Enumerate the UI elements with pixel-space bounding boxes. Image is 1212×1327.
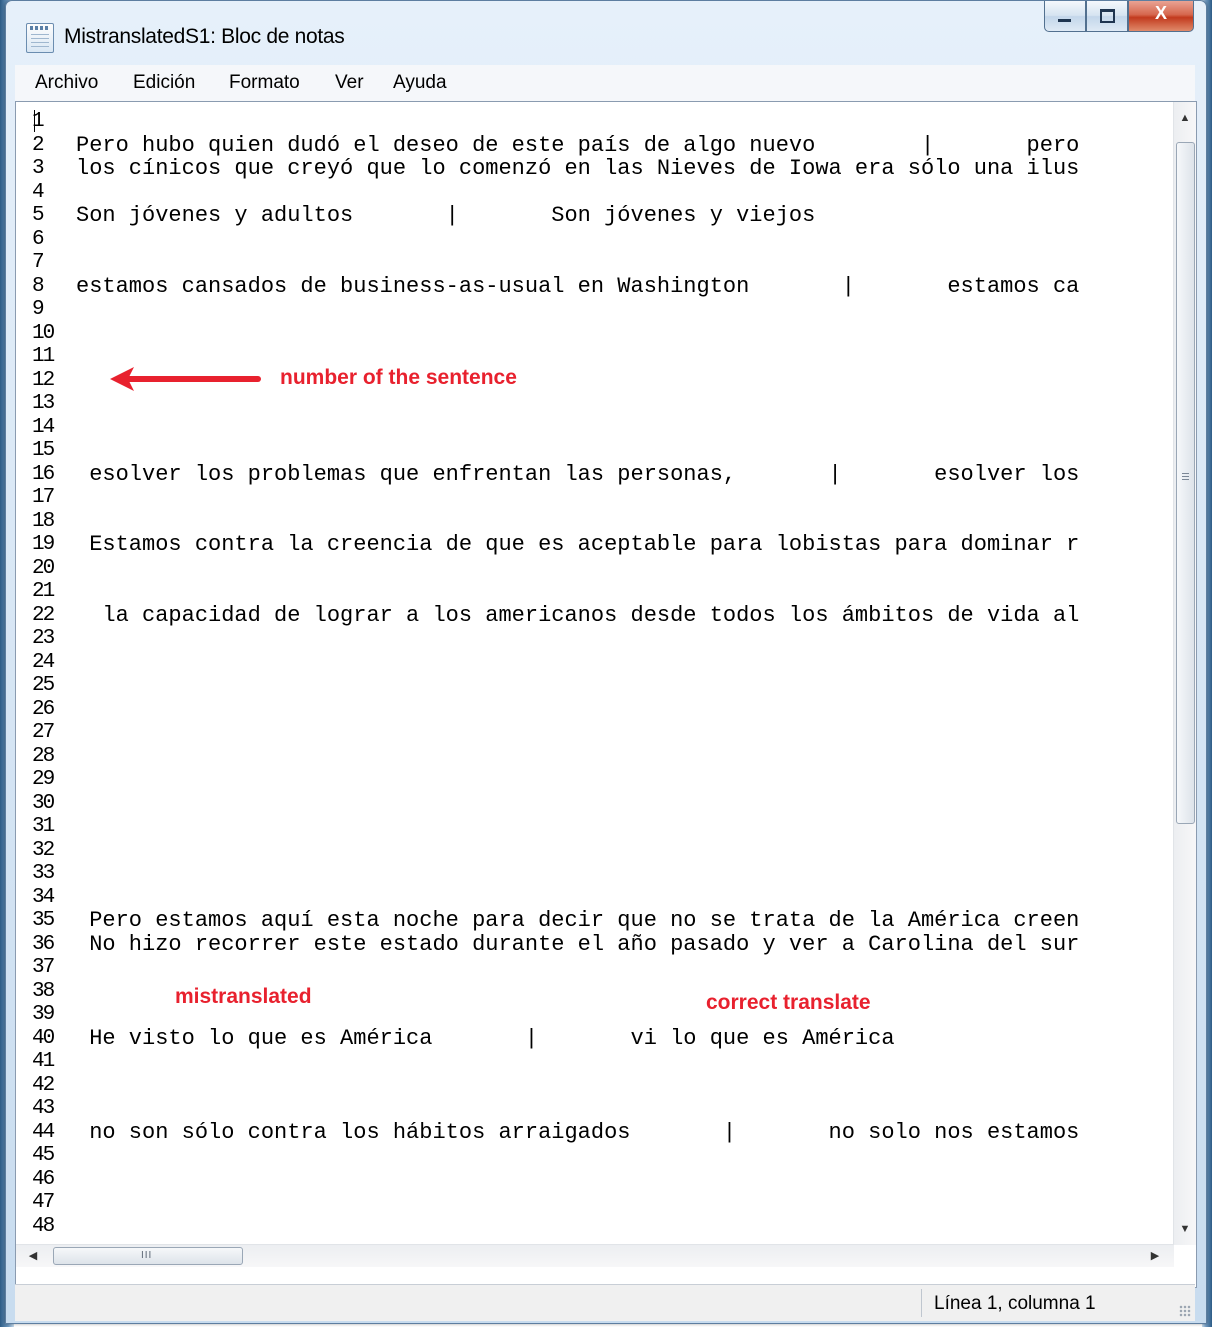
line-number: 14 (32, 415, 55, 439)
line-number: 32 (32, 838, 55, 862)
line-number: 17 (32, 486, 55, 509)
line-number: 42 (32, 1073, 55, 1097)
line-number: 13 (32, 392, 55, 415)
annotation-sentence-number: number of the sentence (280, 366, 517, 389)
close-icon: X (1154, 3, 1167, 23)
line-number: 7 (32, 251, 45, 274)
horizontal-scrollbar[interactable]: ◀ III ▶ (16, 1244, 1174, 1267)
menu-archivo[interactable]: Archivo (35, 72, 98, 94)
horizontal-scroll-thumb[interactable]: III (53, 1247, 243, 1265)
red-arrow-annotation (110, 367, 261, 391)
line-number: 18 (32, 509, 55, 533)
line-number: 27 (32, 721, 55, 744)
cursor-position: Línea 1, columna 1 (934, 1293, 1096, 1314)
line-number: 5 (32, 204, 45, 227)
line-number: 46 (32, 1167, 55, 1191)
status-divider (921, 1289, 922, 1317)
line-number: 20 (32, 556, 55, 580)
line-number: 8 (32, 274, 45, 298)
line-number: 22 (32, 603, 55, 627)
line-number: 47 (32, 1191, 55, 1214)
line-number: 12 (32, 368, 55, 392)
line-text: Pero estamos aquí esta noche para decir … (76, 908, 1080, 933)
line-number: 19 (32, 533, 55, 556)
line-number: 38 (32, 979, 55, 1003)
line-number: 36 (32, 932, 55, 956)
line-number: 10 (32, 321, 55, 345)
status-bar: Línea 1, columna 1 (15, 1284, 1195, 1321)
close-button[interactable]: X (1128, 1, 1194, 32)
line-text: la capacidad de lograr a los americanos … (76, 602, 1080, 628)
line-number: 30 (32, 791, 55, 815)
line-number: 28 (32, 744, 55, 768)
line-text: Pero hubo quien dudó el deseo de este pa… (76, 132, 1080, 158)
scroll-right-arrow-icon[interactable]: ▶ (1144, 1245, 1166, 1267)
line-number: 2 (32, 133, 45, 157)
caption-buttons: X (1044, 1, 1194, 33)
menu-ayuda[interactable]: Ayuda (393, 72, 447, 94)
maximize-icon (1100, 9, 1115, 23)
notepad-app-icon[interactable] (26, 23, 54, 53)
line-text: No hizo recorrer este estado durante el … (76, 931, 1080, 957)
line-number: 6 (32, 227, 45, 251)
notepad-window: MistranslatedS1: Bloc de notas X Archivo… (5, 0, 1207, 1324)
line-number: 33 (32, 862, 55, 885)
line-number: 26 (32, 697, 55, 721)
line-number: 21 (32, 580, 55, 603)
line-text: los cínicos que creyó que lo comenzó en … (76, 156, 1080, 181)
line-text: He visto lo que es América | vi lo que e… (76, 1025, 895, 1051)
line-number: 23 (32, 627, 55, 650)
line-text: esolver los problemas que enfrentan las … (76, 461, 1080, 487)
line-number: 37 (32, 956, 55, 979)
menu-edicion[interactable]: Edición (133, 72, 195, 94)
line-number: 4 (32, 180, 45, 204)
resize-grip-icon[interactable] (1179, 1305, 1191, 1317)
title-bar[interactable]: MistranslatedS1: Bloc de notas X (6, 1, 1206, 65)
line-number: 34 (32, 885, 55, 909)
line-number: 31 (32, 815, 55, 838)
line-number: 29 (32, 768, 55, 791)
line-text: Estamos contra la creencia de que es ace… (76, 532, 1080, 557)
scroll-left-arrow-icon[interactable]: ◀ (22, 1245, 44, 1267)
line-number: 11 (32, 345, 55, 368)
line-number: 43 (32, 1097, 55, 1120)
line-number: 1 (32, 110, 45, 133)
line-text: Son jóvenes y adultos | Son jóvenes y vi… (76, 203, 816, 228)
line-number: 40 (32, 1026, 55, 1050)
line-number: 3 (32, 157, 45, 180)
line-text: no son sólo contra los hábitos arraigado… (76, 1119, 1080, 1145)
text-editor[interactable]: number of the sentence mistranslated cor… (16, 102, 1174, 1245)
vertical-scrollbar[interactable]: ▲ ▼ (1173, 102, 1196, 1245)
line-number: 44 (32, 1120, 55, 1144)
line-number: 35 (32, 909, 55, 932)
menu-bar: Archivo Edición Formato Ver Ayuda (15, 65, 1195, 102)
line-number: 16 (32, 462, 55, 486)
grip-icon (1182, 473, 1189, 482)
vertical-scroll-thumb[interactable] (1176, 142, 1195, 824)
annotation-mistranslated: mistranslated (175, 985, 312, 1008)
line-number: 45 (32, 1144, 55, 1167)
line-number: 15 (32, 439, 55, 462)
minimize-icon (1058, 19, 1071, 22)
menu-formato[interactable]: Formato (229, 72, 300, 94)
line-number: 41 (32, 1050, 55, 1073)
line-text: estamos cansados de business-as-usual en… (76, 273, 1080, 299)
line-number: 48 (32, 1214, 55, 1238)
line-number: 39 (32, 1003, 55, 1026)
minimize-button[interactable] (1044, 1, 1086, 32)
window-title: MistranslatedS1: Bloc de notas (64, 25, 345, 48)
editor-client-area: number of the sentence mistranslated cor… (15, 101, 1197, 1288)
line-number: 9 (32, 298, 45, 321)
scroll-down-arrow-icon[interactable]: ▼ (1174, 1217, 1196, 1241)
scroll-up-arrow-icon[interactable]: ▲ (1174, 106, 1196, 130)
line-number: 24 (32, 650, 55, 674)
grip-icon: III (141, 1250, 153, 1261)
annotation-correct-translate: correct translate (706, 991, 871, 1014)
line-number: 25 (32, 674, 55, 697)
maximize-button[interactable] (1086, 1, 1128, 32)
menu-ver[interactable]: Ver (335, 72, 364, 94)
